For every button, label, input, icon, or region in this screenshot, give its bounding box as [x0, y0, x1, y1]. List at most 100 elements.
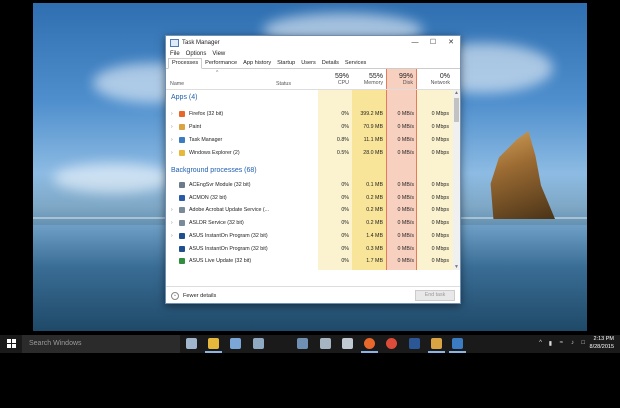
- firefox-icon[interactable]: [364, 338, 375, 349]
- network-value: 0 Mbps: [431, 232, 449, 239]
- calculator-icon[interactable]: [320, 338, 331, 349]
- disk-value: 0 MB/s: [397, 207, 414, 214]
- menu-file[interactable]: File: [170, 51, 180, 57]
- network-label: Network: [430, 80, 450, 86]
- chrome-icon[interactable]: [386, 338, 397, 349]
- chevron-right-icon[interactable]: ›: [171, 220, 173, 226]
- disk-value: 0 MB/s: [397, 124, 414, 130]
- clock[interactable]: 2:13 PM 8/28/2015: [590, 336, 614, 351]
- chevron-up-icon[interactable]: ^: [539, 340, 542, 346]
- cpu-value: 0%: [341, 245, 349, 252]
- task-view-icon[interactable]: [186, 338, 197, 349]
- column-memory[interactable]: 55% Memory: [352, 69, 386, 89]
- background-process-row[interactable]: ASUS InstantOn Program (32 bit) 0% 0.3 MB 0…: [166, 243, 451, 255]
- process-icon: [179, 182, 185, 188]
- menu-view[interactable]: View: [212, 51, 225, 57]
- close-button[interactable]: ✕: [442, 36, 460, 49]
- memory-value: 0.3 MB: [366, 245, 383, 252]
- store-icon[interactable]: [230, 338, 241, 349]
- chevron-right-icon[interactable]: ›: [171, 124, 173, 130]
- network-app-icon[interactable]: [253, 338, 264, 349]
- network-value: 0 Mbps: [431, 111, 449, 117]
- fewer-details-label: Fewer details: [183, 293, 217, 299]
- column-network[interactable]: 0% Network: [417, 69, 460, 89]
- cpu-percent: 59%: [334, 73, 349, 80]
- tab-services[interactable]: Services: [342, 59, 369, 68]
- column-name[interactable]: Name: [170, 81, 184, 87]
- rock-formation: [490, 131, 555, 219]
- title-bar[interactable]: Task Manager — ☐ ✕: [166, 36, 460, 49]
- cpu-value: 0%: [341, 182, 349, 188]
- fewer-details-button[interactable]: ^ Fewer details: [171, 292, 216, 300]
- end-task-button[interactable]: End task: [415, 290, 455, 301]
- notification-icon[interactable]: □: [581, 340, 585, 346]
- paint-icon[interactable]: [431, 338, 442, 349]
- tab-app-history[interactable]: App history: [240, 59, 274, 68]
- scroll-up-icon[interactable]: ▲: [454, 90, 459, 96]
- network-value: 0 Mbps: [431, 207, 449, 214]
- task-manager-window: Task Manager — ☐ ✕ File Options View Pro…: [165, 35, 461, 304]
- maximize-button[interactable]: ☐: [424, 36, 442, 49]
- cpu-value: 0%: [341, 207, 349, 214]
- background-process-row[interactable]: ASUS Smart Gesture Center0%0.6 MB0 MB/s0…: [166, 268, 451, 270]
- app-row[interactable]: › Task Manager 0.8% 11.1 MB 0 MB/s 0 Mbps: [166, 134, 451, 146]
- tab-processes[interactable]: Processes: [168, 58, 203, 69]
- start-button[interactable]: [7, 339, 17, 349]
- chevron-right-icon[interactable]: ›: [171, 207, 173, 213]
- search-input[interactable]: Search Windows: [22, 335, 180, 353]
- process-icon: [179, 150, 185, 156]
- network-value: 0 Mbps: [431, 137, 449, 143]
- chevron-right-icon[interactable]: ›: [171, 233, 173, 239]
- file-explorer-icon[interactable]: [208, 338, 219, 349]
- minimize-button[interactable]: —: [406, 36, 424, 49]
- process-name: Paint: [189, 124, 202, 130]
- column-status[interactable]: Status: [276, 81, 291, 87]
- window-title: Task Manager: [182, 39, 220, 46]
- process-name: ACEngSvr Module (32 bit): [189, 182, 251, 188]
- disk-value: 0 MB/s: [397, 258, 414, 265]
- network-value: 0 Mbps: [431, 258, 449, 265]
- tab-details[interactable]: Details: [319, 59, 342, 68]
- column-disk[interactable]: 99% Disk: [386, 69, 417, 89]
- sort-up-icon: ^: [216, 70, 219, 76]
- process-icon: [179, 111, 185, 117]
- memory-value: 1.4 MB: [366, 232, 383, 239]
- app-row[interactable]: › Firefox (32 bit) 0% 399.2 MB 0 MB/s 0 Mbps: [166, 108, 451, 120]
- word-icon[interactable]: [409, 338, 420, 349]
- background-process-row[interactable]: › ASLDR Service (32 bit) 0% 0.2 MB 0 MB/s 0 M…: [166, 217, 451, 229]
- app-row[interactable]: › Paint 0% 70.9 MB 0 MB/s 0 Mbps: [166, 121, 451, 133]
- memory-percent: 55%: [368, 73, 383, 80]
- menu-bar: File Options View: [166, 49, 460, 58]
- app-row[interactable]: › Windows Explorer (2) 0.5% 28.0 MB 0 MB/s 0 …: [166, 147, 451, 159]
- cpu-label: CPU: [337, 80, 349, 86]
- disk-percent: 99%: [398, 73, 413, 80]
- task-manager-icon[interactable]: [452, 338, 463, 349]
- battery-icon[interactable]: ▮: [549, 340, 552, 347]
- cpu-value: 0%: [341, 194, 349, 201]
- vertical-scrollbar[interactable]: ▲ ▼: [453, 90, 460, 270]
- process-name: ASLDR Service (32 bit): [189, 220, 244, 227]
- background-process-row[interactable]: ASUS Live Update (32 bit) 0% 1.7 MB 0 MB/s 0…: [166, 255, 451, 267]
- background-process-row[interactable]: ACMON (32 bit) 0% 0.2 MB 0 MB/s 0 Mbps: [166, 192, 451, 204]
- scrollbar-thumb[interactable]: [454, 98, 459, 122]
- tab-performance[interactable]: Performance: [202, 59, 240, 68]
- app-icon[interactable]: [342, 338, 353, 349]
- background-process-row[interactable]: › ASUS InstantOn Program (32 bit) 0% 1.4 MB…: [166, 230, 451, 242]
- volume-icon[interactable]: ♪: [571, 340, 574, 346]
- background-process-row[interactable]: › Adobe Acrobat Update Service (... 0% 0.2 …: [166, 204, 451, 216]
- chevron-right-icon[interactable]: ›: [171, 137, 173, 143]
- process-name: ASUS InstantOn Program (32 bit): [189, 245, 268, 252]
- scroll-down-icon[interactable]: ▼: [454, 264, 459, 270]
- task-manager-icon: [170, 38, 179, 47]
- chevron-right-icon[interactable]: ›: [171, 150, 173, 156]
- tab-users[interactable]: Users: [298, 59, 319, 68]
- memory-value: 28.0 MB: [363, 150, 383, 156]
- 3d-app-icon[interactable]: [297, 338, 308, 349]
- column-cpu[interactable]: 59% CPU: [318, 69, 352, 89]
- wifi-icon[interactable]: ≈: [560, 340, 563, 346]
- menu-options[interactable]: Options: [186, 51, 207, 57]
- chevron-right-icon[interactable]: ›: [171, 111, 173, 117]
- windows-logo-icon-part: [12, 339, 16, 343]
- tab-startup[interactable]: Startup: [274, 59, 298, 68]
- background-process-row[interactable]: ACEngSvr Module (32 bit) 0% 0.1 MB 0 MB/s 0 …: [166, 179, 451, 191]
